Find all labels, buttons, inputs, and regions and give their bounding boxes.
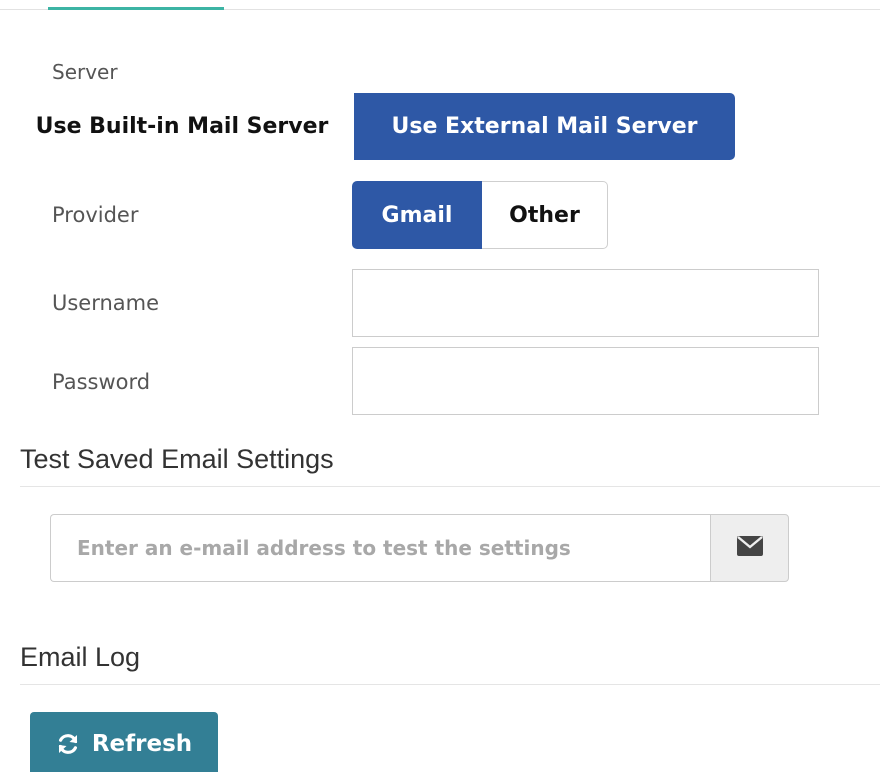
test-email-group [50,514,789,582]
send-test-email-button[interactable] [710,514,789,582]
active-tab-indicator[interactable] [48,7,224,10]
username-input[interactable] [352,269,819,337]
test-email-input[interactable] [50,514,710,582]
refresh-label: Refresh [91,731,193,757]
server-toggle: Use Built-in Mail Server Use External Ma… [10,93,735,160]
provider-gmail-button[interactable]: Gmail [352,181,482,249]
provider-label: Provider [52,203,139,227]
use-external-mail-server-button[interactable]: Use External Mail Server [354,93,735,160]
use-built-in-mail-server-button[interactable]: Use Built-in Mail Server [10,93,354,160]
log-section-divider [20,684,880,685]
refresh-icon [56,732,80,756]
password-input[interactable] [352,347,819,415]
email-log-heading: Email Log [20,642,141,672]
refresh-button[interactable]: Refresh [30,712,218,772]
provider-other-button[interactable]: Other [482,181,608,249]
password-label: Password [52,370,151,394]
server-label: Server [52,60,118,84]
provider-toggle: Gmail Other [352,181,608,249]
envelope-icon [736,536,763,560]
email-settings-page: Server Use Built-in Mail Server Use Exte… [0,0,880,772]
test-section-divider [20,486,880,487]
test-settings-heading: Test Saved Email Settings [20,444,334,474]
username-label: Username [52,291,160,315]
